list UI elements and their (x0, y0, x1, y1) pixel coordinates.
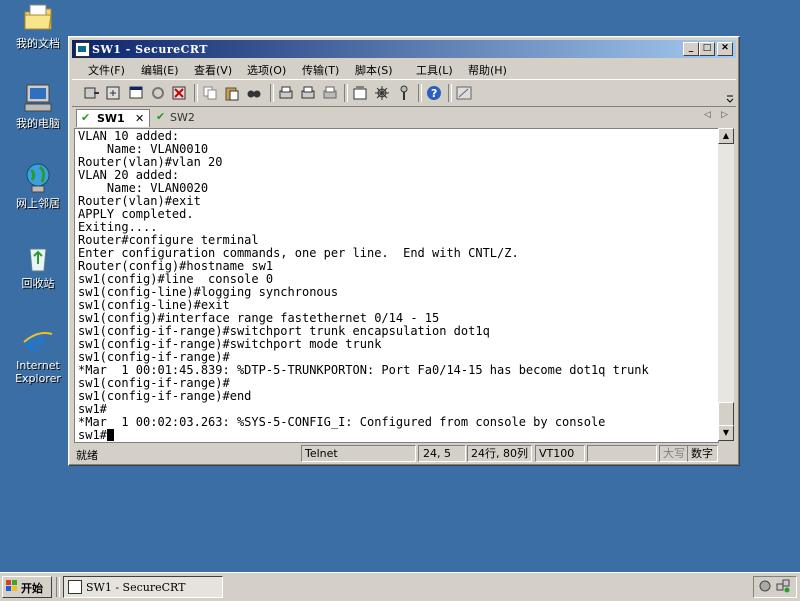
print-icon[interactable] (322, 85, 338, 101)
desktop-icon-recycle-bin[interactable]: 回收站 (4, 242, 72, 290)
desktop-icon-label: Internet (16, 359, 60, 372)
network-globe-icon (22, 162, 54, 194)
app-icon[interactable] (75, 42, 90, 57)
print-selection-icon[interactable] (300, 85, 316, 101)
toolbar-separator (344, 84, 348, 102)
toolbar-separator (448, 84, 452, 102)
network-status-icon[interactable] (776, 579, 790, 596)
terminal-line: APPLY completed. (78, 207, 194, 221)
close-button[interactable]: ✕ (717, 42, 733, 56)
desktop-icon-my-computer[interactable]: 我的电脑 (4, 82, 72, 130)
maximize-button[interactable]: □ (699, 42, 715, 56)
reconnect-icon[interactable] (150, 85, 166, 101)
terminal-scrollbar[interactable]: ▲ ▼ (718, 128, 734, 441)
key-icon[interactable] (396, 85, 412, 101)
windows-logo-icon (6, 580, 18, 592)
check-icon: ✔ (81, 111, 91, 124)
connect-icon[interactable] (84, 85, 100, 101)
tab-label: SW2 (170, 111, 195, 124)
paste-icon[interactable] (224, 85, 240, 101)
global-options-icon[interactable] (374, 85, 390, 101)
taskbar-separator (56, 577, 60, 597)
toolbar-separator (194, 84, 198, 102)
session-options-icon[interactable] (352, 85, 368, 101)
toolbar: ? (72, 79, 736, 107)
tab-scroll-right-icon[interactable]: ▷ (721, 110, 728, 120)
internet-explorer-icon: e (22, 324, 54, 359)
menu-transfer[interactable]: 传输(T) (302, 62, 339, 78)
disconnect-icon[interactable] (172, 85, 188, 101)
desktop-icon-label: 回收站 (21, 277, 55, 290)
folder-icon (22, 2, 54, 34)
terminal-prompt-line: sw1# (78, 429, 718, 442)
status-cursor-position: 24, 5 (418, 445, 466, 462)
minimize-button[interactable]: _ (683, 42, 699, 56)
terminal-output[interactable]: VLAN 10 added: Name: VLAN0010 Router(vlan… (74, 128, 719, 443)
help-icon[interactable]: ? (426, 85, 442, 101)
tab-scroll-left-icon[interactable]: ◁ (704, 110, 711, 120)
recycle-bin-icon (22, 242, 54, 274)
menu-help[interactable]: 帮助(H) (468, 62, 507, 78)
start-button[interactable]: 开始 (2, 576, 52, 598)
start-label: 开始 (21, 582, 43, 595)
desktop-icon-label: Explorer (15, 372, 61, 385)
keymap-icon[interactable] (456, 85, 472, 101)
menu-file[interactable]: 文件(F) (88, 62, 125, 78)
title-bar[interactable]: SW1 - SecureCRT _ □ ✕ (72, 40, 736, 58)
toolbar-separator (270, 84, 274, 102)
terminal-line: *Mar 1 00:02:03.263: %SYS-5-CONFIG_I: Co… (78, 415, 606, 429)
task-title: SW1 - SecureCRT (86, 581, 186, 594)
status-ready: 就绪 (76, 449, 98, 462)
print-screen-icon[interactable] (278, 85, 294, 101)
find-icon[interactable] (246, 85, 262, 101)
system-tray (753, 576, 797, 598)
copy-icon[interactable] (202, 85, 218, 101)
status-bar: 就绪 Telnet 24, 5 24行, 80列 VT100 大写 数字 (72, 445, 736, 463)
desktop-icon-label: 我的电脑 (16, 117, 60, 130)
window-title: SW1 - SecureCRT (92, 43, 208, 56)
app-icon (68, 580, 82, 594)
toolbar-overflow-icon[interactable] (726, 94, 734, 104)
toolbar-separator (418, 84, 422, 102)
desktop-icon-label: 网上邻居 (16, 197, 60, 210)
check-icon: ✔ (156, 110, 166, 123)
menu-options[interactable]: 选项(O) (247, 62, 286, 78)
computer-icon (22, 82, 54, 114)
menu-bar: 文件(F) 编辑(E) 查看(V) 选项(O) 传输(T) 脚本(S) 工具(L… (72, 60, 736, 78)
terminal-cursor (106, 429, 114, 441)
quick-connect-icon[interactable] (106, 85, 122, 101)
status-emulation: VT100 (535, 445, 585, 462)
svg-text:e: e (26, 324, 45, 356)
status-num-lock: 数字 (687, 445, 718, 462)
desktop-icon-label: 我的文档 (16, 37, 60, 50)
menu-tools[interactable]: 工具(L) (416, 62, 453, 78)
taskbar: 开始 SW1 - SecureCRT (0, 572, 800, 601)
menu-script[interactable]: 脚本(S) (355, 62, 393, 78)
taskbar-item-securecrt[interactable]: SW1 - SecureCRT (63, 576, 223, 598)
session-tab-bar: ✔ SW1 ✕ ✔ SW2 ◁ ▷ (72, 107, 736, 127)
tab-label: SW1 (97, 112, 125, 125)
scroll-down-button[interactable]: ▼ (718, 425, 734, 441)
scroll-thumb[interactable] (718, 402, 734, 426)
securecrt-window: SW1 - SecureCRT _ □ ✕ 文件(F) 编辑(E) 查看(V) … (68, 36, 740, 466)
status-terminal-size: 24行, 80列 (467, 445, 532, 462)
tab-sw1[interactable]: ✔ SW1 ✕ (76, 109, 150, 127)
terminal-line: sw1(config-if-range)#end (78, 389, 252, 403)
volume-icon[interactable] (758, 579, 772, 596)
menu-view[interactable]: 查看(V) (194, 62, 232, 78)
tab-close-icon[interactable]: ✕ (135, 112, 144, 125)
connect-tab-icon[interactable] (128, 85, 144, 101)
desktop-icon-internet-explorer[interactable]: e Internet Explorer (4, 324, 72, 385)
svg-text:?: ? (431, 87, 437, 100)
status-caps-lock: 大写 (659, 445, 688, 462)
desktop-icon-my-documents[interactable]: 我的文档 (4, 2, 72, 50)
status-protocol: Telnet (301, 445, 416, 462)
status-blank (587, 445, 657, 462)
scroll-up-button[interactable]: ▲ (718, 128, 734, 144)
terminal-prompt: sw1# (78, 428, 107, 442)
tab-sw2[interactable]: ✔ SW2 (154, 109, 214, 126)
desktop-icon-network[interactable]: 网上邻居 (4, 162, 72, 210)
menu-edit[interactable]: 编辑(E) (141, 62, 179, 78)
